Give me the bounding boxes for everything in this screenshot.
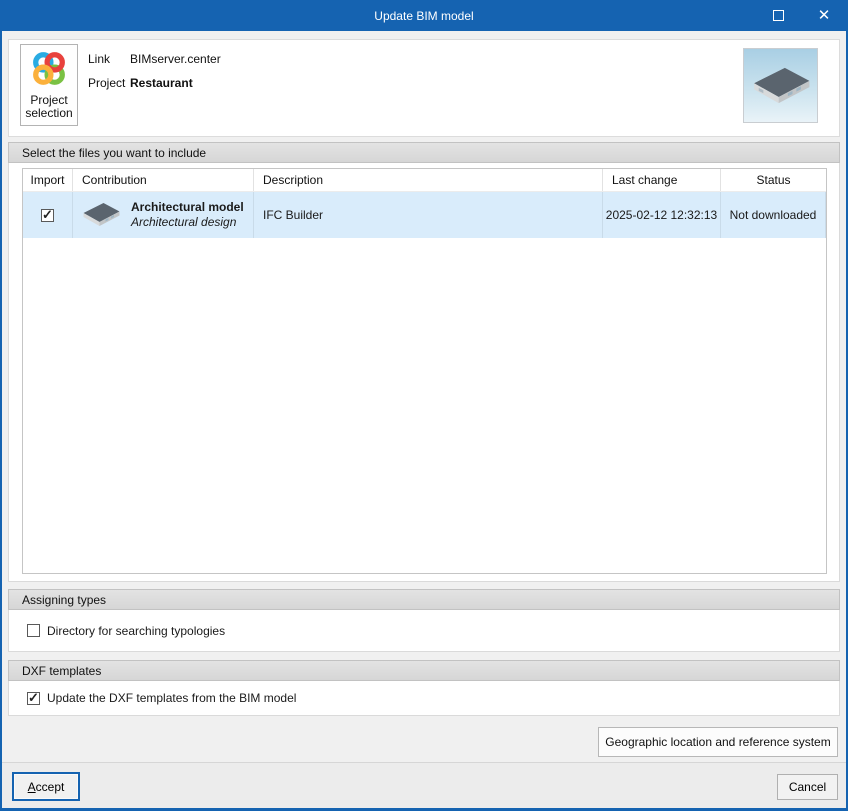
project-selection-label: Project selection: [25, 93, 73, 120]
maximize-button[interactable]: [768, 4, 788, 28]
files-table: Import Contribution Description Last cha…: [22, 168, 827, 574]
import-cell: ✓: [23, 192, 73, 238]
column-header-last-change: Last change: [603, 169, 721, 191]
update-dxf-label: Update the DXF templates from the BIM mo…: [47, 691, 297, 705]
close-button[interactable]: ✕: [814, 4, 834, 28]
geographic-location-label: Geographic location and reference system: [605, 735, 831, 749]
link-value: BIMserver.center: [130, 52, 221, 66]
building-3d-icon: [79, 198, 123, 232]
model-preview-thumbnail: [743, 48, 818, 123]
last-change-cell: 2025-02-12 12:32:13: [603, 192, 721, 238]
files-section-title: Select the files you want to include: [22, 145, 207, 160]
accept-button[interactable]: Accept: [12, 772, 80, 801]
maximize-icon: [772, 10, 784, 21]
update-dxf-checkbox[interactable]: ✓: [27, 689, 40, 705]
dxf-templates-body: ✓ Update the DXF templates from the BIM …: [8, 681, 840, 716]
column-header-import: Import: [23, 169, 73, 191]
project-row: Project Restaurant: [88, 76, 193, 90]
check-icon: ✓: [28, 689, 39, 705]
check-icon: ✓: [42, 206, 53, 222]
import-checkbox[interactable]: ✓: [41, 206, 54, 222]
building-3d-icon: [748, 60, 814, 111]
table-row[interactable]: ✓ Architectural model Architectural desi…: [23, 192, 826, 238]
dxf-templates-title: DXF templates: [22, 663, 102, 678]
column-header-status: Status: [756, 173, 791, 187]
project-selection-button[interactable]: Project selection: [20, 44, 78, 126]
titlebar: Update BIM model ✕: [0, 0, 848, 31]
contribution-cell: Architectural model Architectural design: [73, 192, 254, 238]
link-label: Link: [88, 52, 111, 66]
project-label: Project: [88, 76, 126, 90]
assigning-types-body: ✓ Directory for searching typologies: [8, 610, 840, 652]
directory-typologies-checkbox[interactable]: ✓: [27, 624, 40, 637]
directory-typologies-label: Directory for searching typologies: [47, 623, 226, 638]
project-value: Restaurant: [130, 76, 193, 90]
cancel-label: Cancel: [788, 780, 827, 794]
link-row: Link BIMserver.center: [88, 52, 221, 66]
accept-label: Accept: [27, 779, 65, 794]
column-header-description: Description: [254, 169, 603, 191]
assigning-types-title: Assigning types: [22, 592, 107, 607]
cancel-button[interactable]: Cancel: [777, 774, 838, 800]
close-icon: ✕: [817, 7, 831, 24]
contribution-title: Architectural model: [131, 200, 244, 214]
contribution-subtitle: Architectural design: [131, 215, 237, 229]
status-cell: Not downloaded: [721, 192, 826, 238]
bottom-button-bar: [0, 762, 848, 811]
window-title: Update BIM model: [374, 8, 474, 23]
assigning-types-header: Assigning types: [8, 589, 840, 610]
files-table-header: Import Contribution Description Last cha…: [23, 169, 826, 192]
bimserver-logo-icon: [30, 50, 68, 91]
description-cell: IFC Builder: [254, 192, 603, 238]
geographic-location-button[interactable]: Geographic location and reference system: [598, 727, 838, 757]
column-header-contribution: Contribution: [73, 169, 254, 191]
files-section-header: Select the files you want to include: [8, 142, 840, 163]
dxf-templates-header: DXF templates: [8, 660, 840, 681]
update-bim-model-dialog: Update BIM model ✕ Project selection Lin…: [0, 0, 848, 811]
